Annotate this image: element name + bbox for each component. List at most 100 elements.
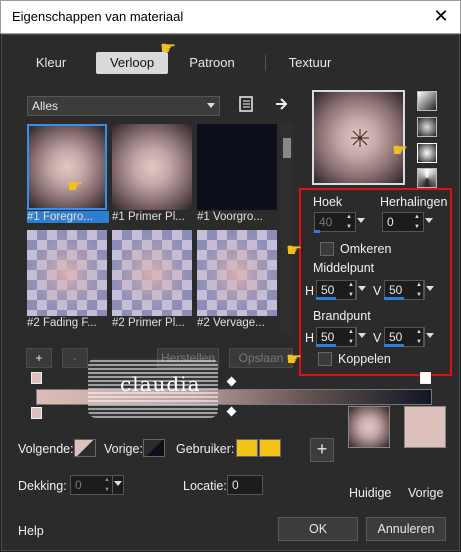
gradient-thumbnail (112, 124, 192, 210)
gradient-item[interactable]: #2 Fading F... (27, 230, 109, 329)
focal-point-icon[interactable] (350, 128, 370, 148)
tab-verloop[interactable]: Verloop (96, 52, 168, 74)
save-gradient-button[interactable]: Opslaan (229, 348, 293, 368)
cancel-button[interactable]: Annuleren (366, 517, 446, 541)
previous-preview-swatch[interactable] (404, 406, 446, 448)
midpoint-label: Middelpunt (313, 261, 375, 275)
tab-kleur[interactable]: Kleur (16, 52, 86, 74)
category-value: Alles (32, 99, 59, 113)
gradient-thumbnail (27, 230, 107, 316)
scrollbar-thumb[interactable] (283, 138, 291, 158)
focal-h-label: H (305, 331, 315, 345)
midpoint-v-spinner[interactable]: ▲ ▼ (414, 280, 424, 300)
focal-label: Brandpunt (313, 309, 371, 323)
pointer-hand-icon: ☛ (160, 38, 177, 58)
invert-checkbox[interactable] (320, 242, 334, 256)
focal-v-spinner[interactable]: ▲ ▼ (414, 327, 424, 347)
angle-dropdown[interactable] (355, 212, 367, 232)
window-title: Eigenschappen van materiaal (12, 9, 184, 24)
next-label: Volgende: (18, 442, 74, 456)
chevron-down-icon (207, 103, 215, 108)
opacity-dropdown[interactable] (112, 475, 124, 495)
gradient-item[interactable]: #1 Voorgro... (197, 124, 279, 223)
focal-h-slider[interactable] (316, 344, 336, 347)
repeats-dropdown[interactable] (423, 212, 435, 232)
gradient-item[interactable]: ☛ #1 Foregro... (27, 124, 109, 223)
gradient-label: #1 Foregro... (27, 211, 109, 223)
focal-h-dropdown[interactable] (356, 327, 368, 347)
gradient-thumbnail (197, 230, 277, 316)
focal-v-dropdown[interactable] (424, 327, 436, 347)
arrow-right-icon[interactable] (274, 96, 290, 112)
gradient-stop-top-left[interactable] (31, 372, 42, 384)
remove-stop-button[interactable]: - (62, 348, 88, 368)
opacity-label: Dekking: (18, 479, 67, 493)
tab-separator (265, 55, 266, 71)
gradient-item[interactable]: #1 Primer Pl... (112, 124, 194, 223)
help-link[interactable]: Help (18, 524, 44, 538)
pointer-hand-icon: ☛ (286, 240, 303, 260)
chevron-down-icon (425, 218, 433, 223)
midpoint-v-dropdown[interactable] (424, 280, 436, 300)
chevron-down-icon (357, 218, 365, 223)
close-icon[interactable]: ✕ (428, 4, 454, 28)
midpoint-h-dropdown[interactable] (356, 280, 368, 300)
repeats-label: Herhalingen (380, 195, 448, 209)
pointer-hand-icon: ☛ (392, 140, 409, 160)
midpoint-h-label: H (305, 284, 315, 298)
chevron-down-icon (426, 333, 434, 338)
prev-label: Vorige: (104, 442, 143, 456)
gradient-label: #2 Fading F... (27, 317, 97, 329)
tab-patroon[interactable]: Patroon (176, 52, 248, 74)
focal-v-slider[interactable] (384, 344, 404, 347)
repeats-spinner[interactable]: ▲ ▼ (412, 212, 422, 232)
library-icon[interactable] (238, 95, 254, 113)
gradient-item[interactable]: #2 Vervage... (197, 230, 279, 329)
category-dropdown[interactable]: Alles (27, 96, 220, 116)
prev-color-swatch[interactable] (143, 439, 165, 457)
pointer-hand-icon: ☛ (286, 349, 303, 369)
focal-h-spinner[interactable]: ▲ ▼ (346, 327, 356, 347)
sunburst-gradient-type-icon[interactable] (417, 168, 437, 188)
tab-textuur[interactable]: Textuur (274, 52, 346, 74)
gradient-stop-bottom-left[interactable] (31, 407, 42, 419)
gradient-label: #1 Primer Pl... (112, 211, 185, 223)
user-color-swatch-2[interactable] (259, 439, 281, 457)
current-preview-swatch[interactable] (348, 406, 390, 448)
ok-button[interactable]: OK (278, 517, 358, 541)
radial-gradient-type-icon[interactable] (417, 143, 437, 163)
angle-slider[interactable] (314, 230, 320, 233)
chevron-down-icon (358, 333, 366, 338)
chevron-down-icon (358, 286, 366, 291)
gradient-thumbnail (112, 230, 192, 316)
midpoint-h-slider[interactable] (316, 297, 336, 300)
gradient-thumbnail (197, 124, 277, 210)
rectangular-gradient-type-icon[interactable] (417, 117, 437, 137)
gradient-label: #2 Primer Pl... (112, 317, 185, 329)
watermark-text: claudia (120, 372, 201, 396)
midpoint-v-slider[interactable] (384, 297, 404, 300)
previous-label: Vorige (408, 486, 444, 500)
swap-button[interactable]: + (310, 438, 334, 462)
add-stop-button[interactable]: + (26, 348, 52, 368)
midpoint-v-label: V (373, 284, 382, 298)
gradient-label: #1 Voorgro... (197, 211, 263, 223)
chevron-down-icon (114, 481, 122, 486)
linear-gradient-type-icon[interactable] (417, 91, 437, 111)
user-color-swatch-1[interactable] (236, 439, 258, 457)
angle-spinner[interactable]: ▲ ▼ (344, 212, 354, 232)
current-label: Huidige (349, 486, 392, 500)
location-label: Locatie: (183, 479, 227, 493)
midpoint-h-spinner[interactable]: ▲ ▼ (346, 280, 356, 300)
user-label: Gebruiker: (176, 442, 235, 456)
gradient-item[interactable]: #2 Primer Pl... (112, 230, 194, 329)
next-color-swatch[interactable] (74, 439, 96, 457)
location-input[interactable]: 0 (227, 475, 263, 495)
gradient-preview[interactable] (312, 90, 405, 185)
opacity-spinner[interactable]: ▲ ▼ (102, 475, 112, 495)
link-label: Koppelen (338, 352, 391, 366)
pointer-hand-icon: ☛ (67, 176, 84, 196)
link-checkbox[interactable] (318, 352, 332, 366)
invert-label: Omkeren (340, 242, 392, 256)
gradient-stop-top-right[interactable] (420, 372, 431, 384)
